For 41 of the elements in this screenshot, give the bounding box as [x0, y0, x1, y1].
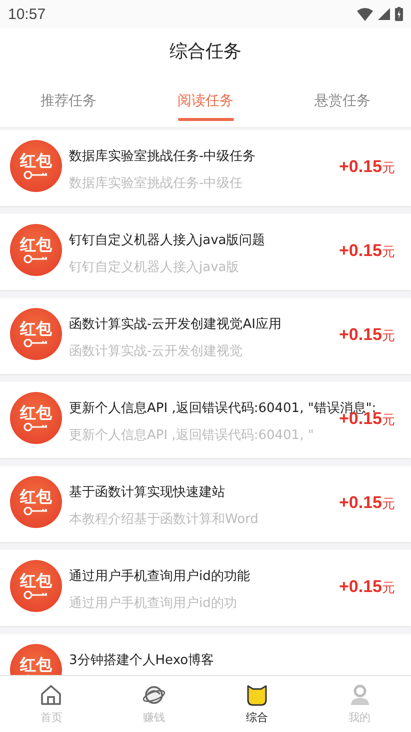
task-summary: 更新个人信息API ,返回错误代码:60401, " — [69, 427, 314, 444]
reward-amount: +0.15元 — [338, 241, 395, 261]
reward-amount: +0.15元 — [338, 493, 395, 513]
envelope-badge-icon: 红包 — [10, 224, 62, 276]
wifi-icon — [357, 8, 373, 20]
page-title: 综合任务 — [168, 40, 242, 64]
task-summary: 本教程介绍基于函数计算和Word — [69, 511, 258, 528]
task-card[interactable]: 红包 数据库实验室挑战任务-中级任务 数据库实验室挑战任务-中级任 +0.15元 — [0, 130, 411, 206]
planet-icon — [142, 683, 166, 707]
reward-amount: +0.15元 — [338, 325, 395, 345]
task-title: 通过用户手机查询用户id的功能 — [69, 568, 250, 585]
nav-tab[interactable]: 综合 — [206, 676, 308, 732]
task-summary: 数据库实验室挑战任务-中级任 — [69, 175, 243, 192]
home-icon — [39, 683, 64, 707]
envelope-badge-icon: 红包 — [10, 476, 62, 528]
battery-icon — [395, 7, 403, 21]
cat-face-icon — [244, 683, 269, 707]
status-time: 10:57 — [8, 6, 46, 22]
task-title: 3分钟搭建个人Hexo博客 — [69, 652, 214, 669]
task-card[interactable]: 红包 3分钟搭建个人Hexo博客 — [0, 634, 411, 675]
envelope-badge-icon: 红包 — [10, 560, 62, 612]
reward-amount: +0.15元 — [338, 577, 395, 597]
tab[interactable]: 推荐任务 — [0, 74, 137, 127]
task-title: 函数计算实战-云开发创建视觉AI应用 — [69, 316, 282, 333]
envelope-badge-icon: 红包 — [10, 392, 62, 444]
task-card[interactable]: 红包 钉钉自定义机器人接入java版问题 钉钉自定义机器人接入java版 +0.15元 — [0, 214, 411, 290]
reward-amount: +0.15元 — [338, 157, 395, 177]
envelope-badge-icon: 红包 — [10, 140, 62, 192]
task-title: 数据库实验室挑战任务-中级任务 — [69, 148, 256, 165]
envelope-badge-icon: 红包 — [10, 308, 62, 360]
task-title: 基于函数计算实现快速建站 — [69, 484, 225, 501]
task-title: 钉钉自定义机器人接入java版问题 — [69, 232, 266, 249]
envelope-badge-icon: 红包 — [10, 644, 62, 675]
signal-icon — [378, 8, 390, 20]
task-summary: 钉钉自定义机器人接入java版 — [69, 259, 240, 276]
task-summary: 函数计算实战-云开发创建视觉 — [69, 343, 243, 360]
task-summary: 通过用户手机查询用户id的功 — [69, 595, 237, 612]
task-card[interactable]: 红包 函数计算实战-云开发创建视觉AI应用 函数计算实战-云开发创建视觉 +0.15元 — [0, 298, 411, 374]
task-card[interactable]: 红包 通过用户手机查询用户id的功能 通过用户手机查询用户id的功 +0.15元 — [0, 550, 411, 626]
tab[interactable]: 悬赏任务 — [274, 74, 411, 127]
task-card[interactable]: 红包 基于函数计算实现快速建站 本教程介绍基于函数计算和Word +0.15元 — [0, 466, 411, 542]
